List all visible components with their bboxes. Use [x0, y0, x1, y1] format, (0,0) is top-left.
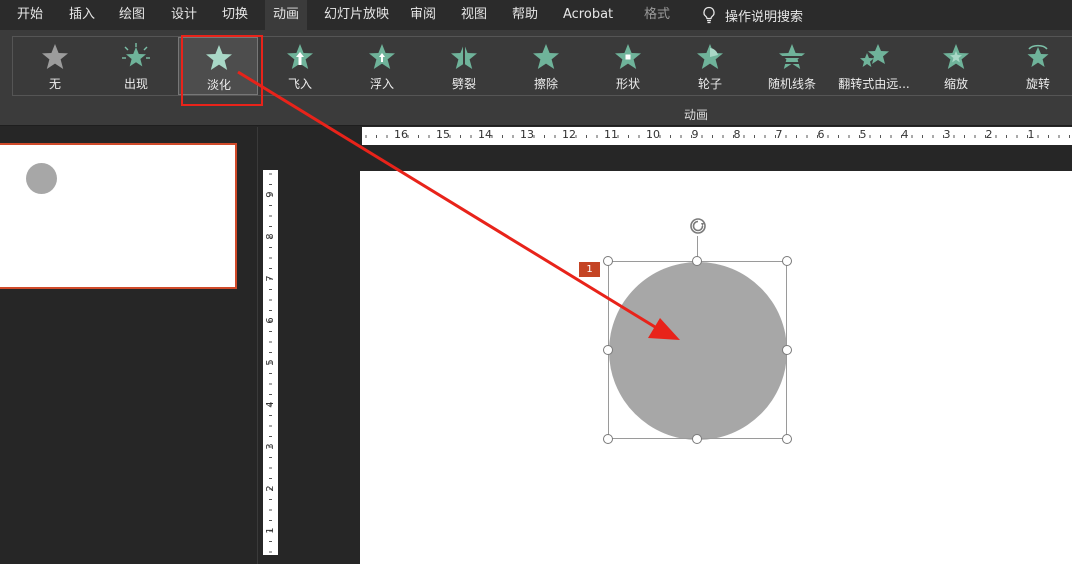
- animation-fly-in-label: 飞入: [287, 77, 312, 91]
- animation-spin-label: 旋转: [1025, 77, 1050, 91]
- ruler-v-label: 5: [265, 359, 276, 366]
- ruler-h-label: 1: [1027, 128, 1035, 141]
- animation-grow-turn[interactable]: 翻转式由远...: [834, 37, 914, 95]
- animation-wheel[interactable]: 轮子: [670, 37, 750, 95]
- resize-handle-bottom-left[interactable]: [603, 434, 613, 444]
- ruler-h-label: 9: [691, 128, 699, 141]
- resize-handle-left[interactable]: [603, 345, 613, 355]
- ruler-h-label: 2: [985, 128, 993, 141]
- animation-fly-in[interactable]: 飞入: [260, 37, 340, 95]
- resize-handle-right[interactable]: [782, 345, 792, 355]
- ruler-h-label: 4: [901, 128, 909, 141]
- ruler-h-label: 11: [604, 128, 618, 141]
- ruler-v-label: 1: [265, 527, 276, 534]
- star-wipe-icon: [533, 44, 559, 69]
- horizontal-ruler-ticks: [365, 135, 1070, 138]
- star-random-bars-icon: [778, 44, 806, 69]
- animation-shape-label: 形状: [615, 77, 640, 91]
- tab-view[interactable]: 视图: [461, 0, 487, 30]
- horizontal-ruler: 16 15 14 13 12 11 10 9 8 7 6 5 4 3 2 1: [362, 127, 1072, 145]
- vertical-ruler: 9 8 7 6 5 4 3 2 1: [263, 170, 278, 555]
- ruler-h-label: 15: [436, 128, 450, 141]
- star-split-icon: [451, 44, 477, 70]
- animation-shape[interactable]: 形状: [588, 37, 668, 95]
- star-wheel-icon: [697, 44, 723, 69]
- ruler-v-label: 3: [265, 443, 276, 450]
- ruler-v-label: 6: [265, 317, 276, 324]
- ruler-v-label: 8: [265, 233, 276, 240]
- tab-format[interactable]: 格式: [644, 0, 670, 30]
- tab-draw[interactable]: 绘图: [119, 0, 145, 30]
- animation-wipe[interactable]: 擦除: [506, 37, 586, 95]
- resize-handle-top-right[interactable]: [782, 256, 792, 266]
- ruler-h-label: 13: [520, 128, 534, 141]
- thumbnail-circle-shape: [26, 163, 57, 194]
- resize-handle-bottom[interactable]: [692, 434, 702, 444]
- group-label-animation: 动画: [683, 108, 708, 122]
- tab-slideshow[interactable]: 幻灯片放映: [324, 0, 389, 30]
- star-zoom-icon: [943, 44, 969, 69]
- tab-animations[interactable]: 动画: [265, 0, 308, 30]
- animation-order-badge[interactable]: 1: [579, 262, 600, 277]
- animation-none-label: 无: [48, 77, 61, 91]
- ruler-v-label: 9: [265, 191, 276, 198]
- rotate-handle-icon[interactable]: [688, 216, 708, 236]
- star-burst-icon: [122, 43, 150, 67]
- star-shape-icon: [615, 44, 641, 69]
- star-grow-turn-icon: [860, 44, 889, 67]
- ruler-h-label: 16: [394, 128, 408, 141]
- ribbon-animations: 无 出现 淡化 飞入 浮入 劈裂 擦除 形状 轮子 随机线条 翻转式由远... …: [0, 30, 1072, 126]
- animation-appear-label: 出现: [123, 77, 148, 91]
- animation-float-in-label: 浮入: [369, 77, 394, 91]
- slide-thumbnail-pane: [0, 127, 258, 564]
- ruler-h-label: 14: [478, 128, 492, 141]
- tell-me-label: 操作说明搜索: [725, 9, 804, 25]
- animation-zoom-label: 缩放: [943, 77, 968, 91]
- ruler-h-label: 6: [817, 128, 825, 141]
- animation-grow-turn-label: 翻转式由远...: [838, 77, 910, 91]
- tab-transitions[interactable]: 切换: [222, 0, 248, 30]
- animation-float-in[interactable]: 浮入: [342, 37, 422, 95]
- ruler-h-label: 5: [859, 128, 867, 141]
- star-spin-icon: [1027, 44, 1049, 67]
- ruler-h-label: 12: [562, 128, 576, 141]
- tab-review[interactable]: 审阅: [410, 0, 436, 30]
- ruler-h-label: 8: [733, 128, 741, 141]
- tab-design[interactable]: 设计: [171, 0, 197, 30]
- tell-me-search[interactable]: 操作说明搜索: [702, 0, 803, 30]
- animation-random-bars-label: 随机线条: [767, 77, 816, 91]
- ruler-h-label: 3: [943, 128, 951, 141]
- circle-shape[interactable]: [609, 262, 787, 440]
- animation-none[interactable]: 无: [15, 37, 95, 95]
- tab-acrobat[interactable]: Acrobat: [563, 0, 613, 30]
- resize-handle-top[interactable]: [692, 256, 702, 266]
- ruler-v-label: 2: [265, 485, 276, 492]
- lightbulb-icon: [703, 6, 715, 24]
- tab-home[interactable]: 开始: [17, 0, 43, 30]
- ruler-h-label: 10: [646, 128, 660, 141]
- tab-insert[interactable]: 插入: [69, 0, 95, 30]
- animation-gallery: 无 出现 淡化 飞入 浮入 劈裂 擦除 形状 轮子 随机线条 翻转式由远... …: [12, 36, 1072, 96]
- resize-handle-top-left[interactable]: [603, 256, 613, 266]
- resize-handle-bottom-right[interactable]: [782, 434, 792, 444]
- slide-thumbnail[interactable]: [0, 143, 237, 289]
- star-fly-in-icon: [287, 44, 313, 69]
- animation-split[interactable]: 劈裂: [424, 37, 504, 95]
- star-none-icon: [42, 44, 68, 69]
- animation-appear[interactable]: 出现: [96, 37, 176, 95]
- animation-zoom[interactable]: 缩放: [916, 37, 996, 95]
- star-float-in-icon: [369, 44, 395, 69]
- ribbon-tab-bar: 开始 插入 绘图 设计 切换 动画 幻灯片放映 审阅 视图 帮助 Acrobat…: [0, 0, 1072, 30]
- animation-random-bars[interactable]: 随机线条: [752, 37, 832, 95]
- ruler-v-label: 4: [265, 401, 276, 408]
- tab-help[interactable]: 帮助: [512, 0, 538, 30]
- ruler-h-label: 7: [775, 128, 783, 141]
- ruler-v-label: 7: [265, 275, 276, 282]
- animation-wheel-label: 轮子: [697, 77, 722, 91]
- animation-wipe-label: 擦除: [533, 77, 558, 91]
- animation-split-label: 劈裂: [451, 77, 476, 91]
- animation-spin[interactable]: 旋转: [998, 37, 1072, 95]
- annotation-highlight-box: [181, 35, 263, 106]
